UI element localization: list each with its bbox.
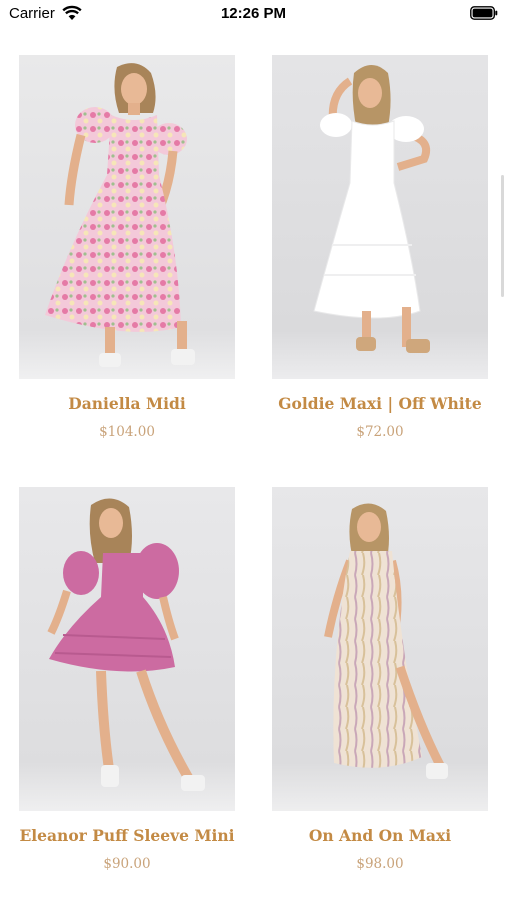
product-price: $72.00 (356, 424, 404, 440)
product-name[interactable]: Daniella Midi (19, 394, 235, 413)
product-card-on-and-on-maxi[interactable]: On And On Maxi $98.00 (272, 487, 488, 872)
product-card-daniella-midi[interactable]: Daniella Midi $104.00 (19, 55, 235, 440)
product-name[interactable]: On And On Maxi (272, 826, 488, 845)
product-photo[interactable] (272, 55, 488, 379)
product-photo[interactable] (272, 487, 488, 811)
product-price: $98.00 (356, 856, 404, 872)
clock: 12:26 PM (220, 5, 287, 22)
product-name[interactable]: Eleanor Puff Sleeve Mini (19, 826, 235, 845)
product-price: $90.00 (103, 856, 151, 872)
scroll-indicator[interactable] (501, 175, 504, 297)
product-photo[interactable] (19, 55, 235, 379)
product-price: $104.00 (99, 424, 155, 440)
product-card-goldie-maxi[interactable]: Goldie Maxi | Off White $72.00 (272, 55, 488, 440)
battery-icon (470, 6, 498, 20)
product-name[interactable]: Goldie Maxi | Off White (272, 394, 488, 413)
product-photo[interactable] (19, 487, 235, 811)
product-card-eleanor-puff-sleeve-mini[interactable]: Eleanor Puff Sleeve Mini $90.00 (19, 487, 235, 872)
status-bar: Carrier 12:26 PM (0, 0, 507, 28)
